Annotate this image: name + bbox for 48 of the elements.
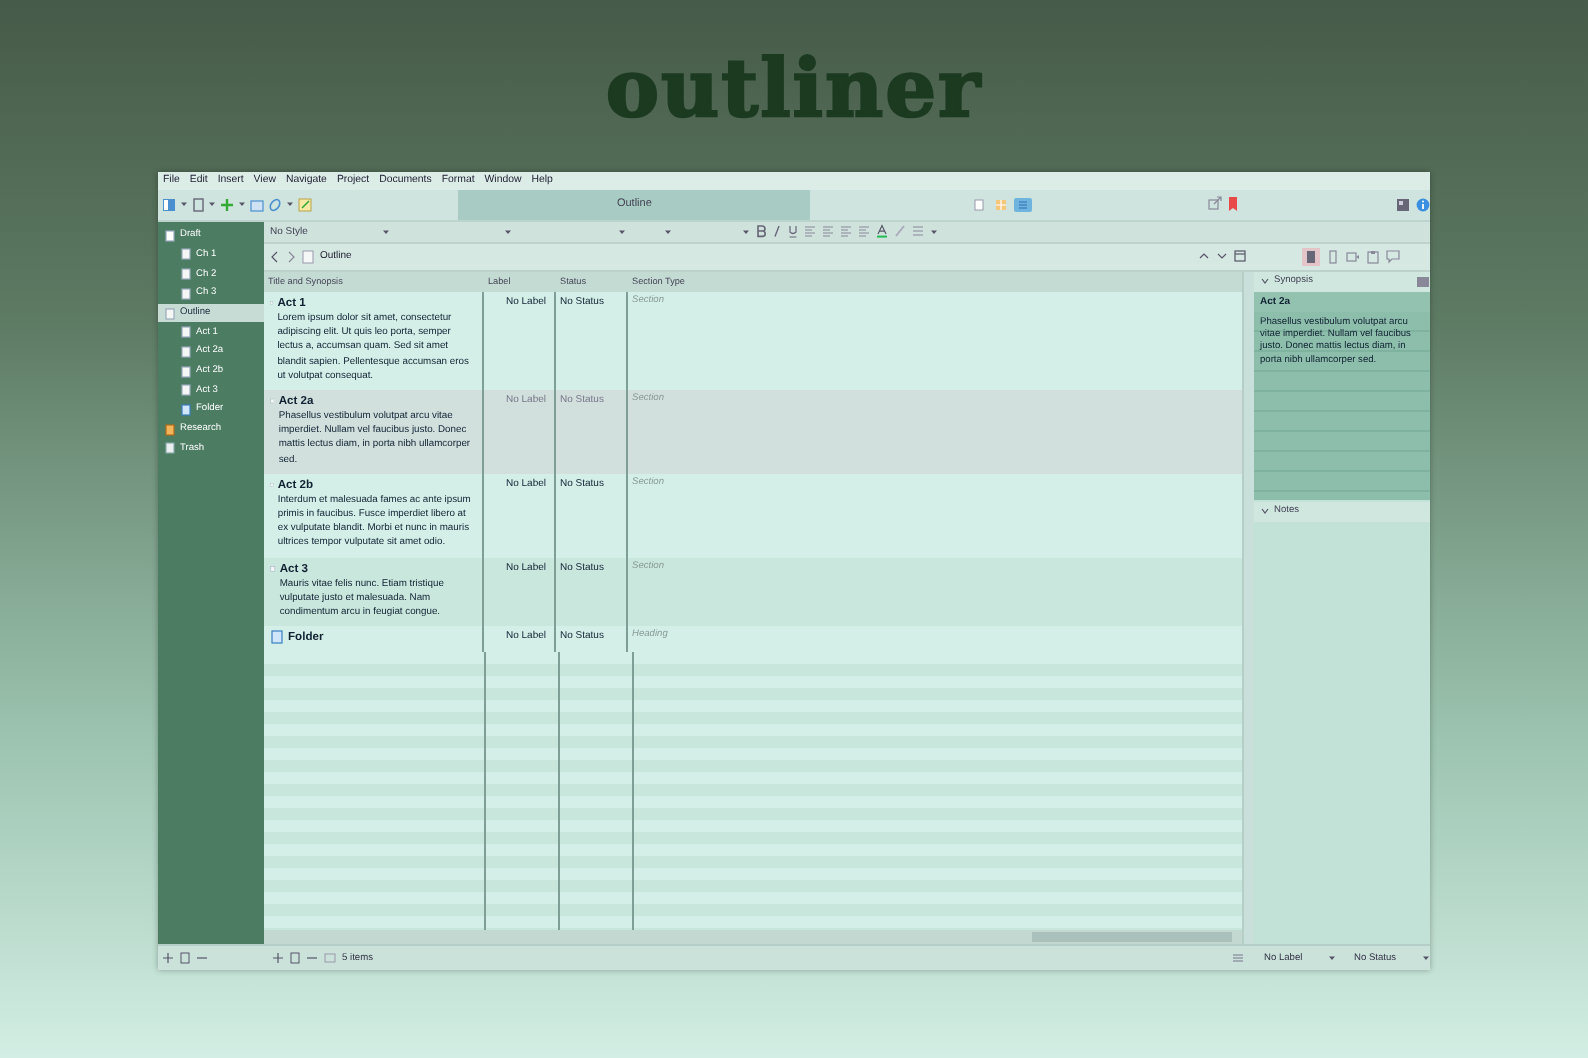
split-icon[interactable] <box>1234 250 1246 263</box>
vertical-scrollbar[interactable] <box>1242 271 1254 945</box>
chevron-down-icon[interactable] <box>1260 506 1270 517</box>
image-icon[interactable] <box>1416 275 1430 288</box>
compose-icon[interactable] <box>1396 197 1410 212</box>
trash-icon <box>164 442 176 455</box>
folder-icon[interactable] <box>324 952 336 965</box>
add-icon[interactable] <box>272 952 284 965</box>
remove-icon[interactable] <box>196 952 208 965</box>
forward-icon[interactable] <box>286 249 296 264</box>
add-icon[interactable] <box>162 952 174 965</box>
document-icon[interactable] <box>290 952 300 965</box>
text-color-icon[interactable] <box>876 224 888 239</box>
folder-icon[interactable] <box>250 197 264 212</box>
back-icon[interactable] <box>270 249 280 264</box>
info-icon[interactable] <box>1416 197 1430 212</box>
list-icon[interactable] <box>912 224 924 239</box>
document-icon[interactable] <box>180 952 190 965</box>
document-icon <box>302 249 314 264</box>
bookmark-icon[interactable] <box>1326 249 1340 264</box>
italic-icon[interactable] <box>772 224 782 239</box>
list-icon[interactable] <box>1232 952 1244 965</box>
snapshot-icon[interactable] <box>1346 249 1360 264</box>
note-icon[interactable] <box>298 197 312 212</box>
up-icon[interactable] <box>1198 250 1210 263</box>
horizontal-scrollbar[interactable] <box>264 930 1242 945</box>
clipboard-icon[interactable] <box>1366 249 1380 264</box>
underline-icon[interactable] <box>788 224 798 239</box>
grid-view-icon[interactable] <box>992 197 1010 212</box>
down-icon[interactable] <box>1216 250 1228 263</box>
document-view-icon[interactable] <box>970 197 988 212</box>
binder-icon[interactable] <box>162 197 176 212</box>
chevron-down-icon[interactable] <box>1260 276 1270 287</box>
align-right-icon[interactable] <box>840 224 852 239</box>
document-icon[interactable] <box>192 197 204 212</box>
add-icon[interactable] <box>220 197 234 212</box>
remove-icon[interactable] <box>306 952 318 965</box>
folder-icon <box>270 630 284 645</box>
comment-icon[interactable] <box>1386 249 1400 264</box>
outline-row[interactable] <box>264 291 1242 390</box>
notebook-icon[interactable] <box>1302 247 1320 266</box>
outline-view-icon[interactable] <box>1014 197 1032 212</box>
align-center-icon[interactable] <box>822 224 834 239</box>
bookmark-icon[interactable] <box>1228 196 1238 213</box>
share-icon[interactable] <box>1208 196 1222 211</box>
outline-row[interactable] <box>264 473 1242 558</box>
link-icon[interactable] <box>268 197 282 212</box>
bold-icon[interactable] <box>756 224 766 239</box>
